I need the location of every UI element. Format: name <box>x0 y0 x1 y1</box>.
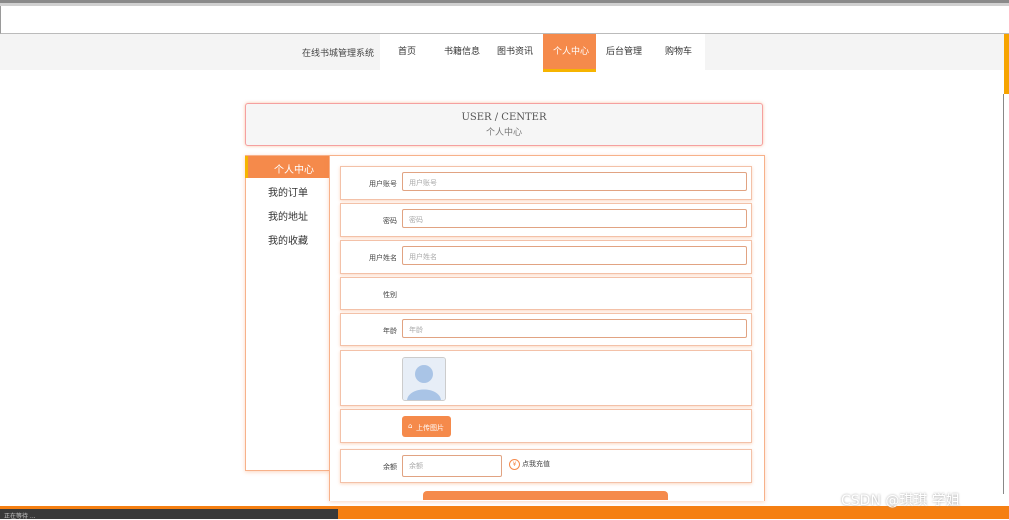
upload-row: ⌂ 上传图片 <box>340 409 752 443</box>
upload-button-label: 上传图片 <box>416 424 444 432</box>
account-label: 用户账号 <box>369 180 397 188</box>
password-row: 密码 密码 <box>340 203 752 237</box>
sidebar-item-address[interactable]: 我的地址 <box>246 203 329 225</box>
recharge-label: 点我充值 <box>522 460 550 468</box>
avatar-row <box>340 350 752 406</box>
gender-row: 性别 <box>340 277 752 310</box>
nav-cart[interactable]: 购物车 <box>665 44 692 57</box>
page-title-en: USER / CENTER <box>461 112 547 123</box>
nav-active-indicator <box>543 69 596 72</box>
upload-icon: ⌂ <box>408 422 413 430</box>
password-label: 密码 <box>383 217 397 225</box>
username-row: 用户姓名 用户姓名 <box>340 240 752 274</box>
scrollbar-track <box>1003 94 1004 494</box>
page-title-zh: 个人中心 <box>485 128 522 138</box>
address-area[interactable] <box>0 6 1009 34</box>
sidebar-item-personal-center[interactable]: 个人中心 <box>245 156 329 178</box>
sidebar-item-favorites[interactable]: 我的收藏 <box>246 227 329 249</box>
nav-book-news[interactable]: 图书资讯 <box>497 44 533 57</box>
nav-admin[interactable]: 后台管理 <box>606 44 642 57</box>
balance-label: 余额 <box>383 463 397 471</box>
account-row: 用户账号 用户账号 <box>340 166 752 200</box>
submit-button[interactable] <box>423 491 668 500</box>
balance-row: 余额 余额 ¥ 点我充值 <box>340 449 752 483</box>
nav-book-info[interactable]: 书籍信息 <box>444 44 480 57</box>
page-header: USER / CENTER 个人中心 <box>245 103 763 146</box>
browser-status-bar: 正在等待 ... <box>0 509 338 520</box>
nav-personal-center[interactable]: 个人中心 <box>543 34 596 72</box>
account-input[interactable]: 用户账号 <box>402 172 747 191</box>
gender-label: 性别 <box>383 291 397 299</box>
age-label: 年龄 <box>383 327 397 335</box>
nav-home[interactable]: 首页 <box>398 44 416 57</box>
age-row: 年龄 年龄 <box>340 313 752 346</box>
password-input[interactable]: 密码 <box>402 209 747 228</box>
sidebar-item-label: 我的地址 <box>268 212 308 223</box>
browser-chrome <box>0 0 1009 34</box>
nav-personal-center-label: 个人中心 <box>553 47 590 57</box>
username-input[interactable]: 用户姓名 <box>402 246 747 265</box>
sidebar-active-indicator <box>245 156 248 178</box>
sidebar-item-orders[interactable]: 我的订单 <box>246 179 329 201</box>
avatar <box>402 357 446 401</box>
recharge-link[interactable]: ¥ 点我充值 <box>509 459 550 470</box>
site-title: 在线书城管理系统 <box>302 49 375 59</box>
sidebar-item-label: 我的订单 <box>268 188 308 199</box>
avatar-placeholder-icon <box>403 358 445 400</box>
sidebar: 个人中心 我的订单 我的地址 我的收藏 <box>245 155 330 471</box>
yen-icon: ¥ <box>509 459 520 470</box>
balance-input[interactable]: 余额 <box>402 455 502 477</box>
age-input[interactable]: 年龄 <box>402 319 747 338</box>
sidebar-item-label: 个人中心 <box>274 165 314 176</box>
sidebar-item-label: 我的收藏 <box>268 236 308 247</box>
username-label: 用户姓名 <box>369 254 397 262</box>
scrollbar-thumb[interactable] <box>1004 34 1009 94</box>
upload-image-button[interactable]: ⌂ 上传图片 <box>402 416 451 437</box>
watermark: CSDN @琪琪 学姐 <box>841 493 960 509</box>
